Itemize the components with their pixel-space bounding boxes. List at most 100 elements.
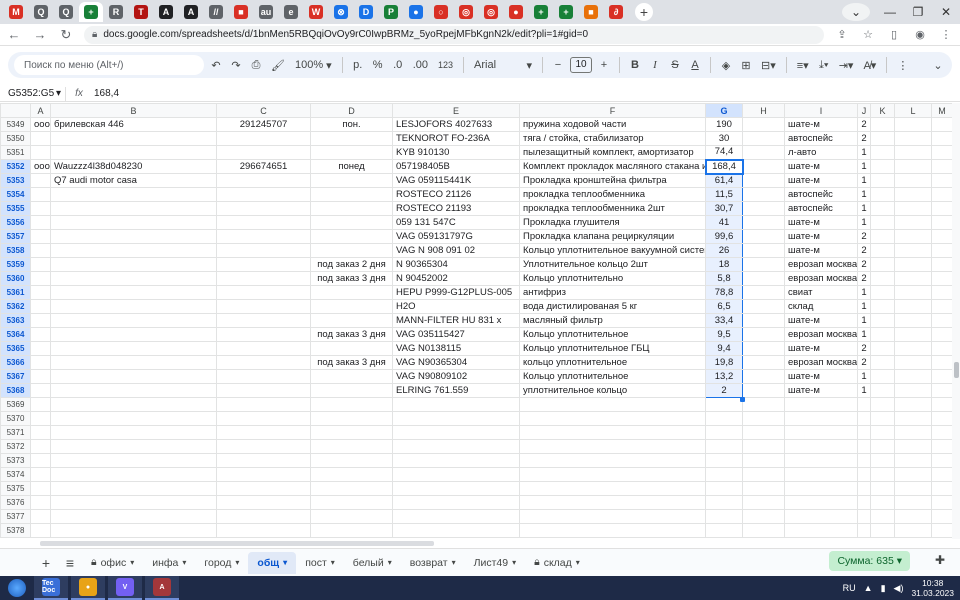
cell-l-5362[interactable] bbox=[894, 299, 932, 314]
tab-офис[interactable]: 🔒︎ офис ▾ bbox=[82, 552, 143, 574]
column-header-j[interactable]: J bbox=[857, 103, 871, 118]
cell-f-5372[interactable] bbox=[519, 439, 706, 454]
tab-склад[interactable]: 🔒︎ склад ▾ bbox=[525, 552, 589, 574]
cell-e-5362[interactable]: H2O bbox=[392, 299, 520, 314]
row-header[interactable]: 5362 bbox=[0, 299, 31, 314]
tab-инфа[interactable]: инфа ▾ bbox=[143, 552, 195, 574]
cell-j-5365[interactable]: 2 bbox=[857, 341, 871, 356]
row-header[interactable]: 5369 bbox=[0, 397, 31, 412]
cell-m-5358[interactable] bbox=[931, 243, 952, 258]
cell-j-5376[interactable] bbox=[857, 495, 871, 510]
cell-j-5366[interactable]: 2 bbox=[857, 355, 871, 370]
cell-l-5364[interactable] bbox=[894, 327, 932, 342]
browser-tab[interactable]: D bbox=[354, 2, 378, 22]
cell-b-5360[interactable] bbox=[50, 271, 217, 286]
formula-input[interactable]: 168,4 bbox=[92, 88, 119, 99]
cell-m-5364[interactable] bbox=[931, 327, 952, 342]
cell-k-5374[interactable] bbox=[870, 467, 895, 482]
cell-j-5362[interactable]: 1 bbox=[857, 299, 871, 314]
cell-f-5376[interactable] bbox=[519, 495, 706, 510]
cell-d-5378[interactable] bbox=[310, 523, 393, 538]
cell-g-5378[interactable] bbox=[705, 523, 743, 538]
cell-c-5354[interactable] bbox=[216, 187, 311, 202]
cell-i-5350[interactable]: автоспейс bbox=[784, 131, 858, 146]
browser-tab[interactable]: P bbox=[379, 2, 403, 22]
cell-m-5360[interactable] bbox=[931, 271, 952, 286]
cell-h-5358[interactable] bbox=[742, 243, 785, 258]
cell-m-5376[interactable] bbox=[931, 495, 952, 510]
cell-d-5363[interactable] bbox=[310, 313, 393, 328]
row-header[interactable]: 5372 bbox=[0, 439, 31, 454]
tab-search-icon[interactable]: ⌄ bbox=[842, 3, 870, 21]
row-header[interactable]: 5350 bbox=[0, 131, 31, 146]
cell-g-5374[interactable] bbox=[705, 467, 743, 482]
row-header[interactable]: 5361 bbox=[0, 285, 31, 300]
cell-a-5378[interactable] bbox=[30, 523, 51, 538]
all-sheets-icon[interactable]: ≡ bbox=[58, 555, 82, 571]
print-icon[interactable]: ⎙ bbox=[248, 55, 264, 75]
cell-l-5366[interactable] bbox=[894, 355, 932, 370]
cell-d-5350[interactable] bbox=[310, 131, 393, 146]
cell-b-5357[interactable] bbox=[50, 229, 217, 244]
cell-d-5367[interactable] bbox=[310, 369, 393, 384]
start-button[interactable] bbox=[0, 576, 34, 600]
cell-i-5376[interactable] bbox=[784, 495, 858, 510]
row-header[interactable]: 5375 bbox=[0, 481, 31, 496]
cell-g-5371[interactable] bbox=[705, 425, 743, 440]
cell-h-5373[interactable] bbox=[742, 453, 785, 468]
cell-i-5353[interactable]: шате-м bbox=[784, 173, 858, 188]
cell-e-5356[interactable]: 059 131 547C bbox=[392, 215, 520, 230]
cell-i-5378[interactable] bbox=[784, 523, 858, 538]
cell-m-5367[interactable] bbox=[931, 369, 952, 384]
cell-e-5369[interactable] bbox=[392, 397, 520, 412]
cell-d-5376[interactable] bbox=[310, 495, 393, 510]
cell-j-5375[interactable] bbox=[857, 481, 871, 496]
cell-i-5355[interactable]: автоспейс bbox=[784, 201, 858, 216]
cell-j-5351[interactable]: 1 bbox=[857, 145, 871, 160]
cell-d-5354[interactable] bbox=[310, 187, 393, 202]
cell-f-5349[interactable]: пружина ходовой части bbox=[519, 117, 706, 132]
column-header-h[interactable]: H bbox=[742, 103, 785, 118]
cell-a-5349[interactable]: ооо bbox=[30, 117, 51, 132]
browser-tab[interactable]: M bbox=[4, 2, 28, 22]
cell-l-5357[interactable] bbox=[894, 229, 932, 244]
cell-e-5377[interactable] bbox=[392, 509, 520, 524]
currency-button[interactable]: р. bbox=[350, 55, 366, 75]
cell-l-5363[interactable] bbox=[894, 313, 932, 328]
cell-c-5357[interactable] bbox=[216, 229, 311, 244]
cell-g-5369[interactable] bbox=[705, 397, 743, 412]
cell-m-5357[interactable] bbox=[931, 229, 952, 244]
minimize-icon[interactable]: — bbox=[876, 5, 904, 19]
cell-e-5365[interactable]: VAG N0138115 bbox=[392, 341, 520, 356]
cell-b-5364[interactable] bbox=[50, 327, 217, 342]
text-rotation-icon[interactable]: A̸▾ bbox=[860, 55, 879, 75]
cell-g-5360[interactable]: 5,8 bbox=[705, 271, 743, 286]
cell-f-5377[interactable] bbox=[519, 509, 706, 524]
redo-icon[interactable]: ↷ bbox=[228, 55, 244, 75]
cell-b-5376[interactable] bbox=[50, 495, 217, 510]
cell-k-5357[interactable] bbox=[870, 229, 895, 244]
cell-g-5356[interactable]: 41 bbox=[705, 215, 743, 230]
percent-button[interactable]: % bbox=[370, 55, 386, 75]
column-header-f[interactable]: F bbox=[519, 103, 706, 118]
cell-h-5363[interactable] bbox=[742, 313, 785, 328]
cell-h-5369[interactable] bbox=[742, 397, 785, 412]
cell-b-5372[interactable] bbox=[50, 439, 217, 454]
cell-c-5378[interactable] bbox=[216, 523, 311, 538]
cell-m-5375[interactable] bbox=[931, 481, 952, 496]
cell-j-5349[interactable]: 2 bbox=[857, 117, 871, 132]
browser-tab[interactable]: ■ bbox=[579, 2, 603, 22]
star-icon[interactable]: ☆ bbox=[860, 28, 876, 41]
browser-tab[interactable]: ■ bbox=[229, 2, 253, 22]
cell-i-5367[interactable]: шате-м bbox=[784, 369, 858, 384]
cell-a-5370[interactable] bbox=[30, 411, 51, 426]
tab-белый[interactable]: белый ▾ bbox=[344, 552, 401, 574]
cell-d-5361[interactable] bbox=[310, 285, 393, 300]
clock[interactable]: 10:38 31.03.2023 bbox=[911, 578, 954, 598]
cell-k-5377[interactable] bbox=[870, 509, 895, 524]
cell-d-5358[interactable] bbox=[310, 243, 393, 258]
cell-d-5356[interactable] bbox=[310, 215, 393, 230]
cell-h-5361[interactable] bbox=[742, 285, 785, 300]
cell-b-5369[interactable] bbox=[50, 397, 217, 412]
cell-h-5378[interactable] bbox=[742, 523, 785, 538]
